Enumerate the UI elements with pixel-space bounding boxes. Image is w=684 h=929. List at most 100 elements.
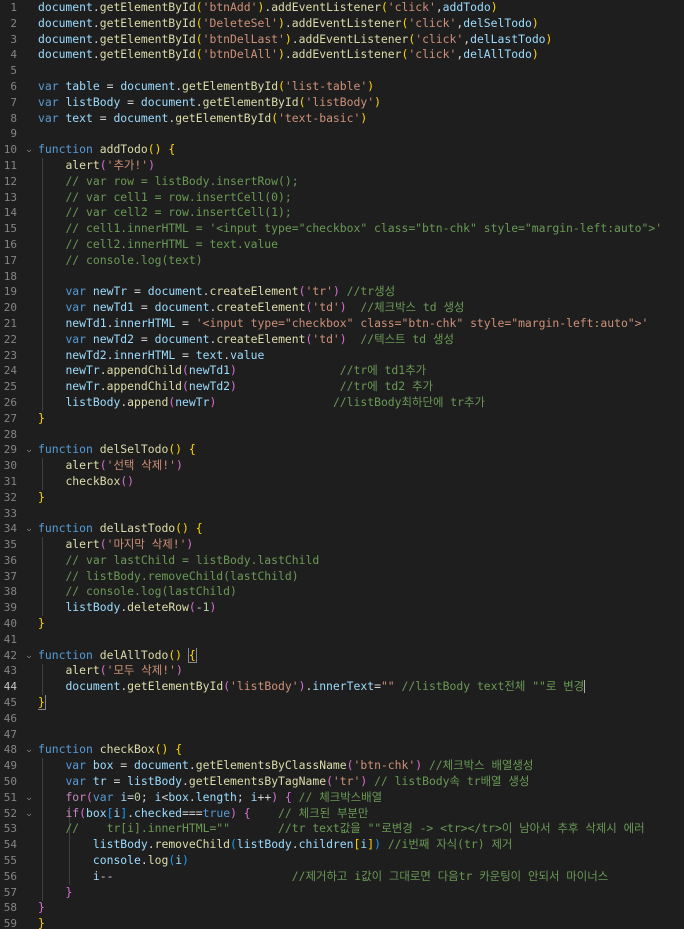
code-line[interactable]: 10 ⌵ function addTodo() { <box>0 142 684 158</box>
code-content[interactable]: // cell2.innerHTML = text.value <box>38 237 684 253</box>
code-line[interactable]: 4 document.getElementById('btnDelAll').ad… <box>0 47 684 63</box>
code-line[interactable]: 59} <box>0 916 684 929</box>
code-line[interactable]: 53 // tr[i].innerHTML="" //tr text값을 ""로… <box>0 821 684 837</box>
fold-chevron-icon[interactable]: ⌵ <box>24 790 34 806</box>
code-line[interactable]: 31 checkBox() <box>0 474 684 490</box>
code-line[interactable]: 2 document.getElementById('DeleteSel').ad… <box>0 16 684 32</box>
code-content[interactable]: var newTd1 = document.createElement('td'… <box>38 300 684 316</box>
code-line[interactable]: 32} <box>0 490 684 506</box>
code-line[interactable]: 36 // var lastChild = listBody.lastChild <box>0 553 684 569</box>
code-line[interactable]: 58} <box>0 900 684 916</box>
code-line[interactable]: 20 var newTd1 = document.createElement('… <box>0 300 684 316</box>
code-line[interactable]: 44 document.getElementById('listBody').i… <box>0 679 684 695</box>
code-editor[interactable]: 1 document.getElementById('btnAdd').addEv… <box>0 0 684 929</box>
code-line[interactable]: 30 alert('선택 삭제!') <box>0 458 684 474</box>
code-line[interactable]: 54 listBody.removeChild(listBody.childre… <box>0 837 684 853</box>
fold-chevron-icon[interactable]: ⌵ <box>24 442 34 458</box>
code-line[interactable]: 26 listBody.append(newTr) //listBody최하단에… <box>0 395 684 411</box>
code-content[interactable]: document.getElementById('listBody').inne… <box>38 679 684 695</box>
code-content[interactable]: // cell1.innerHTML = '<input type="check… <box>38 221 684 237</box>
fold-chevron-icon[interactable]: ⌵ <box>24 648 34 664</box>
code-line[interactable]: 48 ⌵ function checkBox() { <box>0 742 684 758</box>
code-content[interactable]: alert('마지막 삭제!') <box>38 537 684 553</box>
code-line[interactable]: 37 // listBody.removeChild(lastChild) <box>0 569 684 585</box>
code-line[interactable]: 50 var tr = listBody.getElementsByTagNam… <box>0 774 684 790</box>
code-line[interactable]: 51 ⌵ for(var i=0; i<box.length; i++) { //… <box>0 790 684 806</box>
code-content[interactable]: } <box>38 916 684 929</box>
code-line[interactable]: 14 // var cell2 = row.insertCell(1); <box>0 205 684 221</box>
code-content[interactable]: var newTd2 = document.createElement('td'… <box>38 332 684 348</box>
code-content[interactable]: newTd1.innerHTML = '<input type="checkbo… <box>38 316 684 332</box>
code-line[interactable]: 33 <box>0 506 684 522</box>
code-content[interactable]: listBody.append(newTr) //listBody최하단에 tr… <box>38 395 684 411</box>
code-line[interactable]: 1 document.getElementById('btnAdd').addEv… <box>0 0 684 16</box>
code-line[interactable]: 7 var listBody = document.getElementById(… <box>0 95 684 111</box>
code-line[interactable]: 40} <box>0 616 684 632</box>
code-content[interactable]: for(var i=0; i<box.length; i++) { // 체크박… <box>38 790 684 806</box>
code-content[interactable]: function checkBox() { <box>38 742 684 758</box>
code-line[interactable]: 29 ⌵ function delSelTodo() { <box>0 442 684 458</box>
fold-chevron-icon[interactable]: ⌵ <box>24 521 34 537</box>
code-content[interactable]: var table = document.getElementById('lis… <box>38 79 684 95</box>
code-line[interactable]: 18 <box>0 269 684 285</box>
code-line[interactable]: 46 <box>0 711 684 727</box>
code-content[interactable]: var listBody = document.getElementById('… <box>38 95 684 111</box>
code-line[interactable]: 25 newTr.appendChild(newTd2) //tr에 td2 추… <box>0 379 684 395</box>
code-content[interactable]: } <box>38 695 684 711</box>
code-content[interactable]: checkBox() <box>38 474 684 490</box>
code-content[interactable]: function addTodo() { <box>38 142 684 158</box>
code-line[interactable]: 15 // cell1.innerHTML = '<input type="ch… <box>0 221 684 237</box>
code-content[interactable]: alert('선택 삭제!') <box>38 458 684 474</box>
code-line[interactable]: 41 <box>0 632 684 648</box>
code-content[interactable]: // var cell2 = row.insertCell(1); <box>38 205 684 221</box>
code-content[interactable]: console.log(i) <box>38 853 684 869</box>
code-content[interactable]: function delSelTodo() { <box>38 442 684 458</box>
code-line[interactable]: 56 i-- //제거하고 i값이 그대로면 다음tr 카운팅이 안되서 마이너… <box>0 869 684 885</box>
code-content[interactable]: // var lastChild = listBody.lastChild <box>38 553 684 569</box>
code-content[interactable]: var tr = listBody.getElementsByTagName('… <box>38 774 684 790</box>
code-content[interactable]: // tr[i].innerHTML="" //tr text값을 ""로변경 … <box>38 821 684 837</box>
code-content[interactable]: } <box>38 411 684 427</box>
code-content[interactable]: i-- //제거하고 i값이 그대로면 다음tr 카운팅이 안되서 마이너스 <box>38 869 684 885</box>
code-content[interactable]: } <box>38 616 684 632</box>
code-line[interactable]: 6 var table = document.getElementById('li… <box>0 79 684 95</box>
fold-chevron-icon[interactable]: ⌵ <box>24 806 34 822</box>
code-content[interactable]: listBody.deleteRow(-1) <box>38 600 684 616</box>
code-content[interactable]: // var cell1 = row.insertCell(0); <box>38 190 684 206</box>
code-content[interactable]: listBody.removeChild(listBody.children[i… <box>38 837 684 853</box>
code-content[interactable]: newTr.appendChild(newTd1) //tr에 td1추가 <box>38 363 684 379</box>
code-line[interactable]: 24 newTr.appendChild(newTd1) //tr에 td1추가 <box>0 363 684 379</box>
code-content[interactable]: if(box[i].checked===true) { // 체크된 부분만 <box>38 806 684 822</box>
code-line[interactable]: 57 } <box>0 885 684 901</box>
code-content[interactable]: } <box>38 490 684 506</box>
code-content[interactable]: document.getElementById('btnDelAll').add… <box>38 47 684 63</box>
code-line[interactable]: 55 console.log(i) <box>0 853 684 869</box>
code-content[interactable]: document.getElementById('btnDelLast').ad… <box>38 32 684 48</box>
code-line[interactable]: 9 <box>0 126 684 142</box>
code-content[interactable]: var text = document.getElementById('text… <box>38 111 684 127</box>
code-content[interactable]: function delLastTodo() { <box>38 521 684 537</box>
code-line[interactable]: 5 <box>0 63 684 79</box>
code-line[interactable]: 45} <box>0 695 684 711</box>
code-lines[interactable]: 1 document.getElementById('btnAdd').addEv… <box>0 0 684 929</box>
code-line[interactable]: 3 document.getElementById('btnDelLast').a… <box>0 32 684 48</box>
code-line[interactable]: 52 ⌵ if(box[i].checked===true) { // 체크된 부… <box>0 806 684 822</box>
code-line[interactable]: 22 var newTd2 = document.createElement('… <box>0 332 684 348</box>
fold-chevron-icon[interactable]: ⌵ <box>24 742 34 758</box>
code-line[interactable]: 11 alert('추가!') <box>0 158 684 174</box>
code-line[interactable]: 39 listBody.deleteRow(-1) <box>0 600 684 616</box>
code-content[interactable]: // listBody.removeChild(lastChild) <box>38 569 684 585</box>
fold-chevron-icon[interactable]: ⌵ <box>24 142 34 158</box>
code-line[interactable]: 43 alert('모두 삭제!') <box>0 663 684 679</box>
code-line[interactable]: 23 newTd2.innerHTML = text.value <box>0 348 684 364</box>
code-content[interactable]: } <box>38 885 684 901</box>
code-content[interactable]: document.getElementById('btnAdd').addEve… <box>38 0 684 16</box>
code-line[interactable]: 17 // console.log(text) <box>0 253 684 269</box>
code-line[interactable]: 12 // var row = listBody.insertRow(); <box>0 174 684 190</box>
code-line[interactable]: 38 // console.log(lastChild) <box>0 584 684 600</box>
code-line[interactable]: 13 // var cell1 = row.insertCell(0); <box>0 190 684 206</box>
code-content[interactable]: alert('추가!') <box>38 158 684 174</box>
code-line[interactable]: 49 var box = document.getElementsByClass… <box>0 758 684 774</box>
code-content[interactable]: // console.log(lastChild) <box>38 584 684 600</box>
code-line[interactable]: 34 ⌵ function delLastTodo() { <box>0 521 684 537</box>
